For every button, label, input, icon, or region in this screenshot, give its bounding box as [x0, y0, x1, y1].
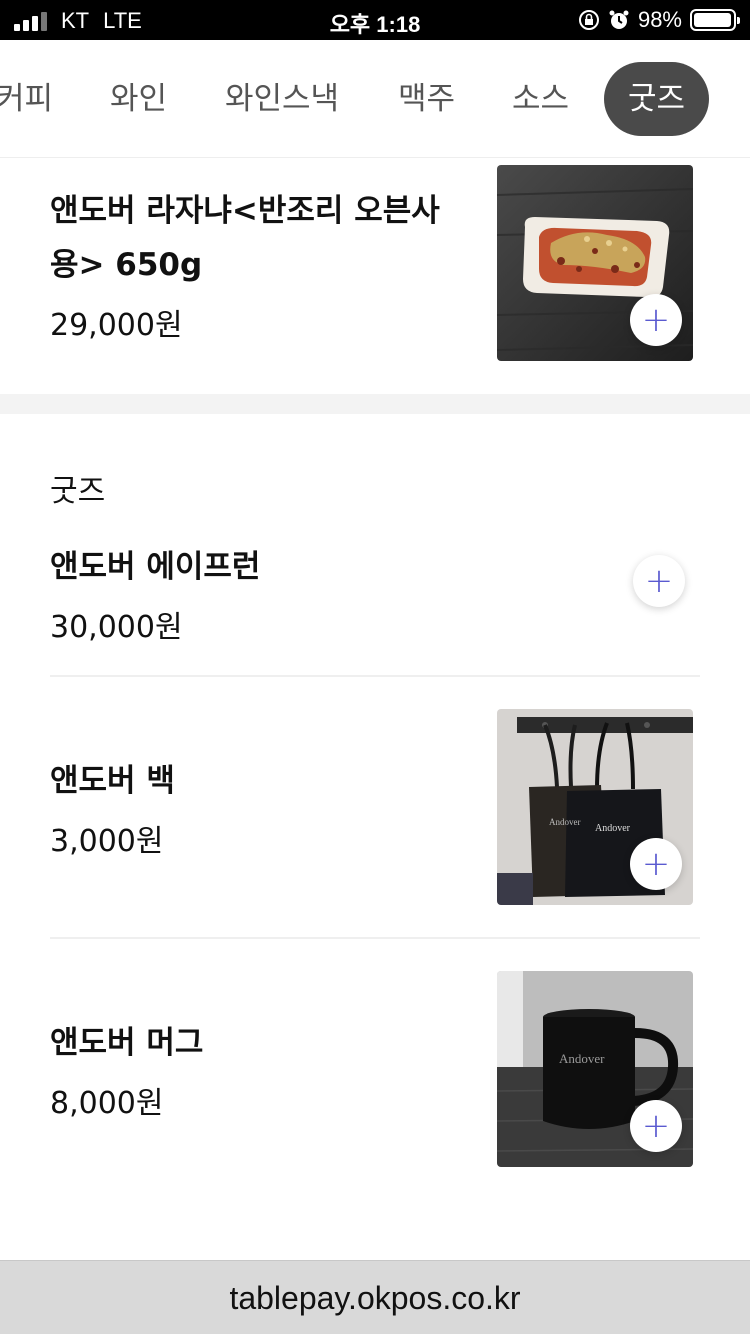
- tab-wine-snack[interactable]: 와인스낵: [225, 62, 339, 136]
- item-price: 8,000원: [50, 1086, 164, 1121]
- add-to-cart-button[interactable]: +: [630, 294, 682, 346]
- alarm-icon: [609, 10, 629, 29]
- bag-logo-left: Andover: [549, 817, 581, 827]
- item-image-mug: Andover +: [497, 971, 693, 1167]
- add-to-cart-button[interactable]: +: [630, 1100, 682, 1152]
- divider: [50, 937, 700, 939]
- tab-coffee[interactable]: 커피: [0, 62, 53, 136]
- item-price: 29,000원: [50, 308, 183, 343]
- item-name-line2: 용> 650g: [50, 247, 203, 283]
- battery-percent: 98%: [637, 7, 682, 32]
- section-title: 굿즈: [50, 474, 106, 509]
- category-tabs: 커피 와인 와인스낵 맥주 소스 굿즈: [0, 40, 750, 158]
- add-to-cart-button[interactable]: +: [633, 555, 685, 607]
- item-name: 앤도버 에이프런: [50, 549, 261, 585]
- status-right: 98%: [578, 7, 740, 33]
- item-price: 30,000원: [50, 610, 183, 645]
- mug-logo: Andover: [559, 1051, 605, 1066]
- item-image-bag: Andover Andover +: [497, 709, 693, 905]
- item-price: 3,000원: [50, 824, 164, 859]
- tab-sauce[interactable]: 소스: [512, 62, 569, 136]
- browser-url-bar[interactable]: tablepay.okpos.co.kr: [0, 1260, 750, 1334]
- status-bar: KT LTE 오후 1:18 98%: [0, 0, 750, 40]
- battery-icon: [690, 9, 740, 31]
- add-to-cart-button[interactable]: +: [630, 838, 682, 890]
- item-name: 앤도버 백: [50, 763, 175, 799]
- tab-beer[interactable]: 맥주: [398, 62, 455, 136]
- item-image-lasagna: +: [497, 165, 693, 361]
- tab-wine[interactable]: 와인: [110, 62, 167, 136]
- item-name: 앤도버 머그: [50, 1025, 204, 1061]
- section-separator: [0, 394, 750, 414]
- tab-goods[interactable]: 굿즈: [604, 62, 710, 136]
- divider: [50, 675, 700, 677]
- bag-logo-right: Andover: [595, 823, 631, 834]
- battery-fill: [694, 13, 732, 27]
- rotation-lock-icon: [578, 10, 599, 30]
- item-name: 앤도버 라자냐<반조리 오븐사: [50, 193, 440, 229]
